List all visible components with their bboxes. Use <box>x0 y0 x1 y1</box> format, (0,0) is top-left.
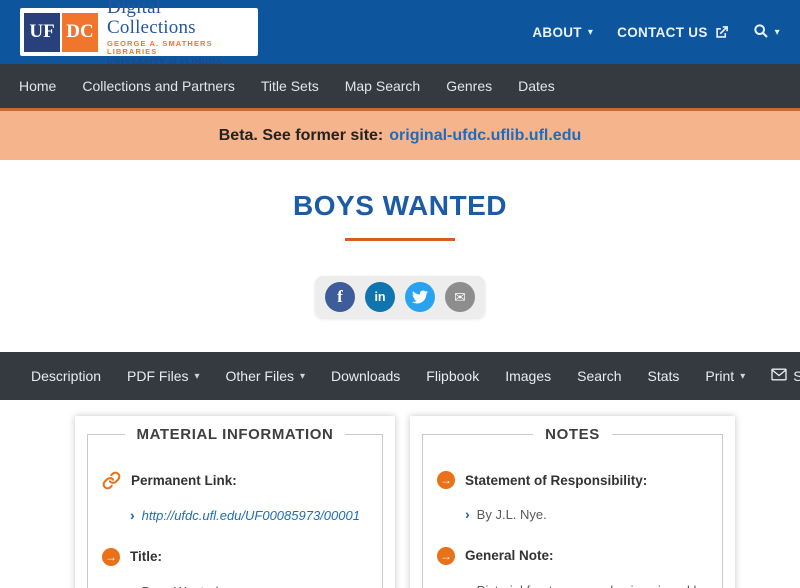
permanent-link-value[interactable]: http://ufdc.ufl.edu/UF00085973/00001 <box>142 506 360 526</box>
field-label: General Note: <box>465 548 554 563</box>
chevron-right-icon: › <box>130 582 135 588</box>
permanent-link-icon <box>102 471 121 490</box>
email-share-icon[interactable]: ✉ <box>445 282 475 312</box>
tab-pdf-files[interactable]: PDF Files ▾ <box>114 368 212 384</box>
chevron-down-icon: ▾ <box>587 27 594 38</box>
chevron-down-icon: ▾ <box>774 27 780 38</box>
panel-title: NOTES <box>545 426 600 443</box>
panel-title: MATERIAL INFORMATION <box>136 426 334 443</box>
chevron-right-icon: › <box>465 506 470 522</box>
social-share-bar: f in ✉ <box>315 276 485 318</box>
facebook-share-icon[interactable]: f <box>325 282 355 312</box>
chevron-down-icon: ▾ <box>194 371 200 382</box>
about-menu[interactable]: ABOUT ▾ <box>532 25 593 40</box>
twitter-share-icon[interactable] <box>405 282 435 312</box>
site-header: UF DC Digital Collections GEORGE A. SMAT… <box>0 0 800 65</box>
external-link-icon <box>714 25 729 40</box>
beta-banner: Beta. See former site: original-ufdc.ufl… <box>0 108 800 160</box>
nav-item-collections-partners[interactable]: Collections and Partners <box>69 78 248 94</box>
send-button[interactable]: Send <box>758 368 800 384</box>
chevron-down-icon: ▾ <box>299 371 306 382</box>
item-toolbar: Description PDF Files ▾ Other Files ▾ Down… <box>0 352 800 400</box>
tab-other-files[interactable]: Other Files ▾ <box>213 368 319 384</box>
main-nav: Home Collections and Partners Title Sets… <box>0 64 800 108</box>
field-label: Permanent Link: <box>131 473 237 488</box>
field-label: Statement of Responsibility: <box>465 472 648 488</box>
dc-logo-square: DC <box>62 12 99 52</box>
arrow-right-circle-icon: → <box>102 547 120 566</box>
search-menu[interactable]: ▾ <box>753 23 780 42</box>
linkedin-share-icon[interactable]: in <box>365 282 395 312</box>
envelope-icon <box>771 368 787 384</box>
nav-item-title-sets[interactable]: Title Sets <box>248 78 332 94</box>
material-information-panel: MATERIAL INFORMATION Permanent Link: › h… <box>75 416 395 588</box>
tab-images[interactable]: Images <box>492 368 564 384</box>
uf-logo-square: UF <box>24 12 61 52</box>
arrow-right-circle-icon: → <box>437 471 455 489</box>
nav-item-home[interactable]: Home <box>6 78 69 94</box>
tab-downloads[interactable]: Downloads <box>318 368 413 384</box>
arrow-right-circle-icon: → <box>437 546 455 565</box>
nav-item-map-search[interactable]: Map Search <box>332 78 433 94</box>
page-title: BOYS WANTED <box>293 190 507 221</box>
tab-description[interactable]: Description <box>18 368 114 384</box>
beta-banner-text: Beta. See former site: <box>218 126 384 144</box>
logo-title: Digital Collections <box>107 0 196 39</box>
chevron-right-icon: › <box>465 581 470 588</box>
about-label: ABOUT <box>532 24 582 40</box>
nav-item-dates[interactable]: Dates <box>505 78 568 94</box>
contact-us-link[interactable]: CONTACT US <box>617 25 729 40</box>
field-label: Title: <box>130 549 163 564</box>
search-icon <box>753 23 769 42</box>
print-button[interactable]: Print ▾ <box>692 368 758 384</box>
notes-panel: NOTES → Statement of Responsibility: › B… <box>410 416 735 588</box>
logo-subtitle-university: UNIVERSITY of FLORIDA <box>107 55 223 66</box>
former-site-link[interactable]: original-ufdc.uflib.ufl.edu <box>389 127 581 145</box>
field-value: Boys Wanted <box>142 582 219 588</box>
field-value: Pictorial front cover and spine signed b… <box>477 581 708 588</box>
stats-button[interactable]: Stats <box>634 368 692 384</box>
ufdc-logo[interactable]: UF DC Digital Collections GEORGE A. SMAT… <box>20 0 258 65</box>
title-underline <box>345 238 455 241</box>
contact-us-label: CONTACT US <box>617 24 708 40</box>
nav-item-genres[interactable]: Genres <box>433 78 505 94</box>
tab-search[interactable]: Search <box>564 368 634 384</box>
chevron-down-icon: ▾ <box>740 371 746 382</box>
logo-subtitle-libraries: GEORGE A. SMATHERS LIBRARIES <box>107 39 213 56</box>
field-value: By J.L. Nye. <box>476 507 547 522</box>
tab-flipbook[interactable]: Flipbook <box>413 368 492 384</box>
chevron-right-icon: › <box>130 507 135 523</box>
